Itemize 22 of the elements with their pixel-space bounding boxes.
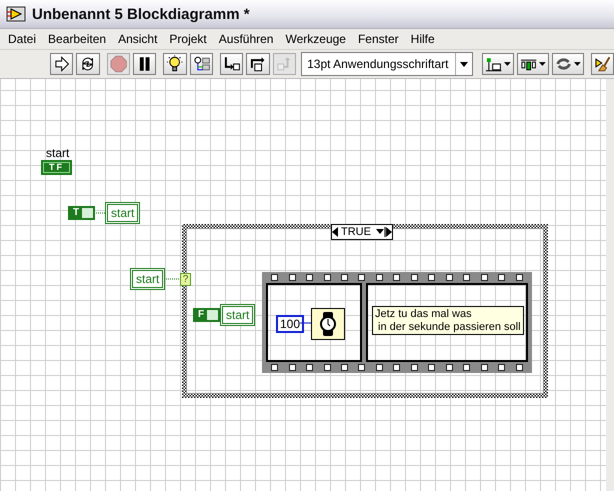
menu-item[interactable]: Werkzeuge: [279, 32, 352, 46]
comment: Jetz tu das mal was in der sekunde passieren soll: [372, 306, 524, 336]
menu-item[interactable]: Datei: [2, 32, 42, 46]
control-label: start: [46, 147, 70, 159]
local-variable[interactable]: start: [105, 202, 140, 224]
case-selector-terminal[interactable]: ?: [180, 273, 191, 286]
menu-item[interactable]: Ansicht: [112, 32, 164, 46]
case-name: TRUE: [341, 226, 371, 238]
menu-item[interactable]: Bearbeiten: [42, 32, 112, 46]
menu-item[interactable]: Ausführen: [212, 32, 280, 46]
window-title: Unbenannt 5 Blockdiagramm *: [32, 6, 250, 22]
menu-item[interactable]: Projekt: [163, 32, 213, 46]
menu-item[interactable]: Hilfe: [404, 32, 441, 46]
local-variable[interactable]: start: [220, 304, 256, 326]
boolean-constant[interactable]: F: [193, 308, 220, 322]
boolean-constant[interactable]: T: [68, 206, 96, 220]
boolean-control-terminal[interactable]: TF: [41, 160, 72, 175]
numeric-constant[interactable]: 100: [276, 315, 304, 333]
font-dropdown[interactable]: 13pt Anwendungsschriftart: [301, 52, 473, 76]
case-selector-label[interactable]: TRUE: [331, 224, 393, 240]
menu-item[interactable]: Fenster: [352, 32, 405, 46]
local-variable[interactable]: start: [130, 268, 166, 290]
